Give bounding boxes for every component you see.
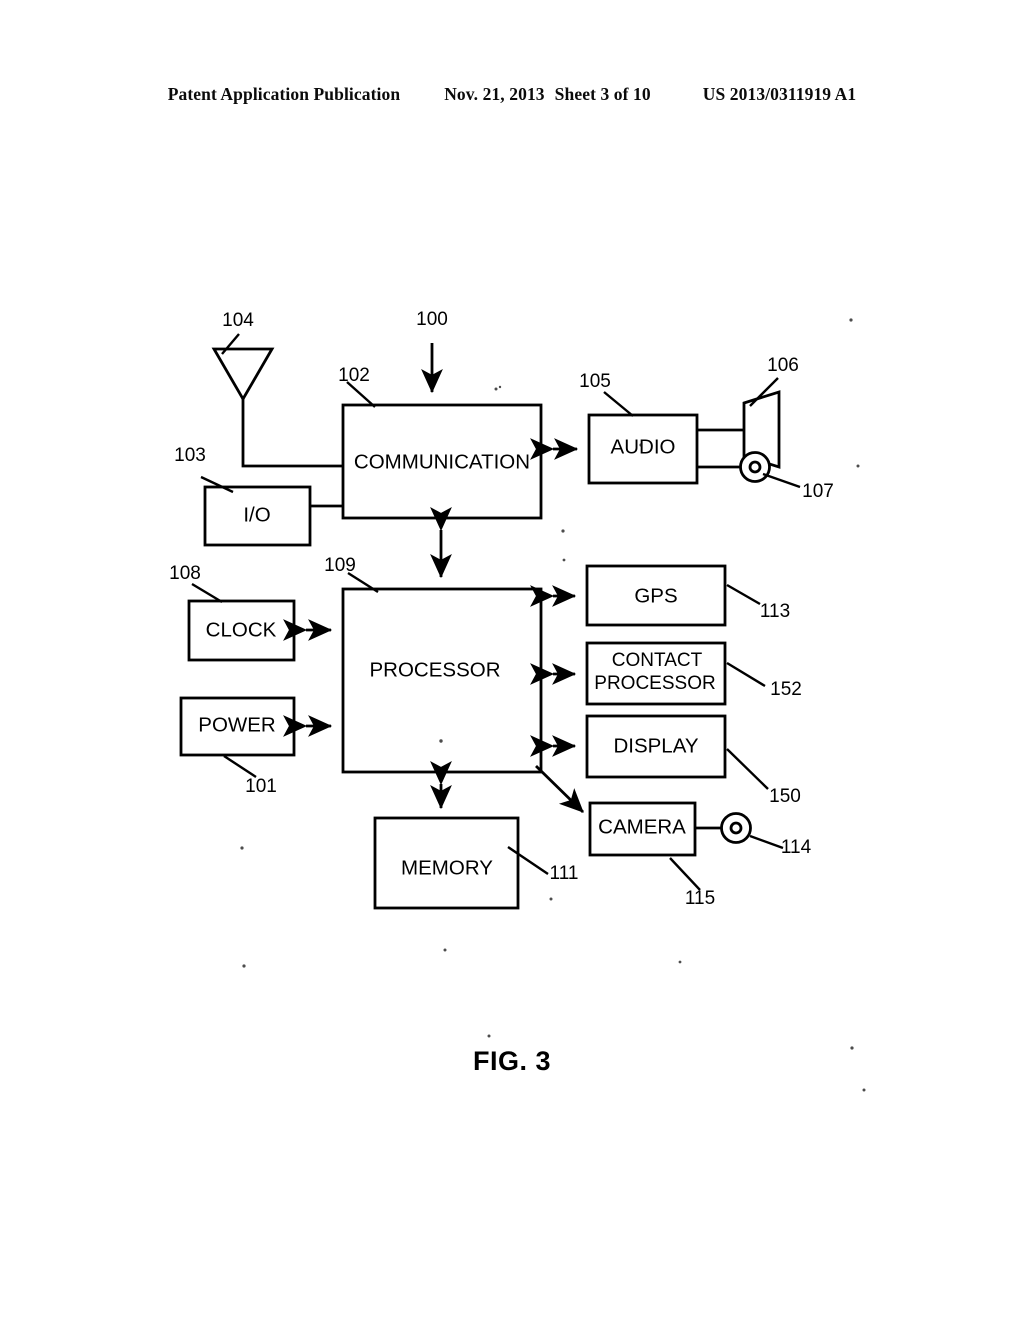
ref-number-113: 113 — [760, 601, 790, 622]
ref-number-107: 107 — [802, 481, 834, 502]
link-processor-camera — [535, 764, 584, 814]
ref-number-152: 152 — [770, 679, 802, 700]
ref-number-115: 115 — [685, 888, 715, 909]
leader-152 — [726, 661, 766, 688]
leader-105 — [603, 391, 634, 417]
ref-number-109: 109 — [324, 555, 356, 576]
ref-number-104: 104 — [222, 310, 254, 331]
leader-108 — [191, 582, 223, 604]
leader-113 — [726, 583, 761, 606]
label-contact-processor-line1: CONTACT — [612, 650, 703, 671]
microphone-icon — [697, 451, 771, 483]
label-io: I/O — [243, 503, 270, 526]
speaker-icon — [697, 390, 781, 469]
leader-107 — [762, 472, 801, 489]
label-contact-processor-line2: PROCESSOR — [594, 673, 715, 694]
figure-caption: FIG. 3 — [472, 1046, 551, 1076]
label-display: DISPLAY — [613, 734, 698, 757]
ref-number-100: 100 — [416, 309, 448, 330]
ref-number-102: 102 — [338, 365, 370, 386]
antenna-icon — [211, 347, 343, 468]
label-clock: CLOCK — [206, 618, 277, 641]
label-memory: MEMORY — [401, 856, 493, 879]
leader-114 — [749, 834, 784, 850]
ref-number-105: 105 — [579, 371, 611, 392]
leader-150 — [726, 748, 769, 790]
ref-number-103: 103 — [174, 445, 206, 466]
ref-number-150: 150 — [769, 786, 801, 807]
ref-number-114: 114 — [781, 837, 812, 858]
leader-101 — [223, 754, 257, 779]
label-processor: PROCESSOR — [370, 658, 501, 681]
ref-number-106: 106 — [767, 355, 799, 376]
figure-3-block-diagram: COMMUNICATION I/O AUDIO CLOCK POWER PROC… — [0, 0, 1024, 1320]
leader-115 — [669, 857, 701, 891]
ref-number-108: 108 — [169, 563, 201, 584]
ref-number-101: 101 — [245, 776, 277, 797]
camera-lens-icon — [695, 812, 752, 844]
label-communication: COMMUNICATION — [354, 450, 530, 473]
label-audio: AUDIO — [611, 435, 676, 458]
ref-number-111: 111 — [550, 863, 579, 884]
label-power: POWER — [198, 713, 275, 736]
label-camera: CAMERA — [598, 815, 686, 838]
label-gps: GPS — [634, 584, 677, 607]
